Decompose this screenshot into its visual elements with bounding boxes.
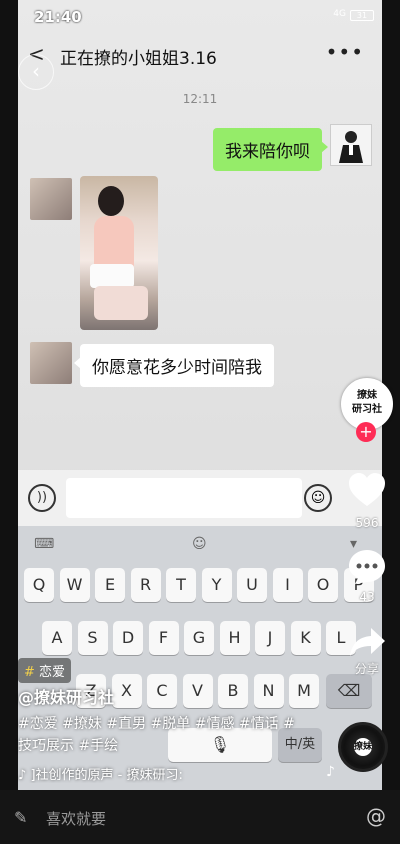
key-t[interactable]: T — [166, 568, 196, 602]
topic-tag[interactable]: # 恋爱 — [18, 658, 72, 683]
chat-header: < 正在撩的小姐姐3.16 ••• — [18, 32, 382, 76]
key-y[interactable]: Y — [201, 568, 232, 602]
hash-icon: # — [24, 665, 35, 680]
photo-hair — [98, 186, 124, 216]
key-f[interactable]: F — [148, 621, 179, 655]
key-i[interactable]: I — [272, 568, 303, 602]
chat-title: 正在撩的小姐姐3.16 — [60, 49, 217, 69]
comment-icon[interactable] — [345, 548, 389, 590]
key-k[interactable]: K — [290, 621, 321, 655]
comment-bar: ✎ 喜欢就要 @ — [0, 790, 400, 844]
key-w[interactable]: W — [59, 568, 90, 602]
photo-legs — [94, 286, 148, 320]
key-a[interactable]: A — [42, 621, 72, 655]
delete-key[interactable]: ⌫ — [326, 674, 372, 708]
chat-input-bar: )) ☺ — [18, 470, 382, 526]
share-icon[interactable] — [345, 624, 389, 664]
key-m[interactable]: M — [289, 674, 319, 708]
key-u[interactable]: U — [237, 568, 267, 602]
avatar-her — [30, 178, 72, 220]
message-bubble-me: 我来陪你呗 — [213, 128, 328, 171]
music-title-label: ]社创作的原声 - 撩妹研习: — [30, 768, 183, 783]
comment-input[interactable]: 喜欢就要 — [46, 808, 106, 829]
author-name[interactable]: @撩妹研习社 — [18, 684, 114, 708]
message-photo[interactable] — [80, 176, 158, 330]
key-j[interactable]: J — [255, 621, 285, 655]
key-r[interactable]: R — [130, 568, 161, 602]
music-record[interactable]: 撩妹 — [338, 722, 388, 772]
status-bar: 21:40 4G 31 — [18, 0, 382, 30]
like-count: 596 — [355, 516, 379, 530]
more-icon[interactable]: ••• — [326, 40, 364, 64]
photo-skirt — [90, 264, 134, 288]
comment-count: 43 — [359, 590, 375, 604]
kb-emoji-icon[interactable]: ☺ — [192, 536, 207, 552]
topic-tag-label: 恋爱 — [39, 665, 66, 680]
key-d[interactable]: D — [113, 621, 143, 655]
key-q[interactable]: Q — [24, 568, 54, 602]
key-x[interactable]: X — [111, 674, 142, 708]
record-label: 撩妹 — [354, 738, 372, 756]
message-timestamp: 12:11 — [182, 92, 218, 106]
message-bubble-her: 你愿意花多少时间陪我 — [74, 344, 274, 387]
music-title[interactable]: ♪ ]社创作的原声 - 撩妹研习: — [18, 764, 228, 783]
heart-icon[interactable] — [345, 472, 389, 512]
avatar-her-2 — [30, 342, 72, 384]
voice-icon[interactable]: )) — [28, 484, 56, 512]
at-icon[interactable]: @ — [366, 804, 386, 828]
pencil-icon: ✎ — [14, 808, 28, 827]
avatar-me — [330, 124, 372, 166]
key-g[interactable]: G — [184, 621, 214, 655]
circle-back-icon[interactable]: ‹ — [18, 54, 54, 90]
key-s[interactable]: S — [77, 621, 108, 655]
keyboard-toolbar: ⌨ ☺ ▾ — [18, 526, 382, 562]
network-indicator: 4G — [333, 9, 346, 19]
video-description[interactable]: #恋爱 #撩妹 #直男 #脱单 #情感 #情话 #技巧展示 #手绘 — [18, 713, 308, 757]
key-o[interactable]: O — [308, 568, 338, 602]
share-label: 分享 — [354, 662, 379, 676]
plus-icon[interactable]: + — [356, 422, 376, 442]
key-v[interactable]: V — [182, 674, 213, 708]
video-frame[interactable]: 21:40 4G 31 < 正在撩的小姐姐3.16 ••• 12:11 我来陪你… — [18, 0, 382, 790]
keyboard-icon[interactable]: ⌨ — [34, 536, 54, 552]
battery-indicator: 31 — [350, 10, 374, 21]
status-time: 21:40 — [34, 8, 82, 26]
message-input[interactable] — [66, 478, 302, 518]
avatar-figure-icon — [339, 131, 363, 163]
key-b[interactable]: B — [218, 674, 248, 708]
music-note-icon: ♪ — [18, 768, 31, 783]
author-avatar-label: 撩妹 研习社 — [352, 390, 382, 415]
emoji-icon[interactable]: ☺ — [304, 484, 332, 512]
key-c[interactable]: C — [147, 674, 177, 708]
key-e[interactable]: E — [95, 568, 125, 602]
floating-note-icon: ♪ — [326, 764, 335, 780]
key-h[interactable]: H — [219, 621, 250, 655]
key-n[interactable]: N — [253, 674, 284, 708]
